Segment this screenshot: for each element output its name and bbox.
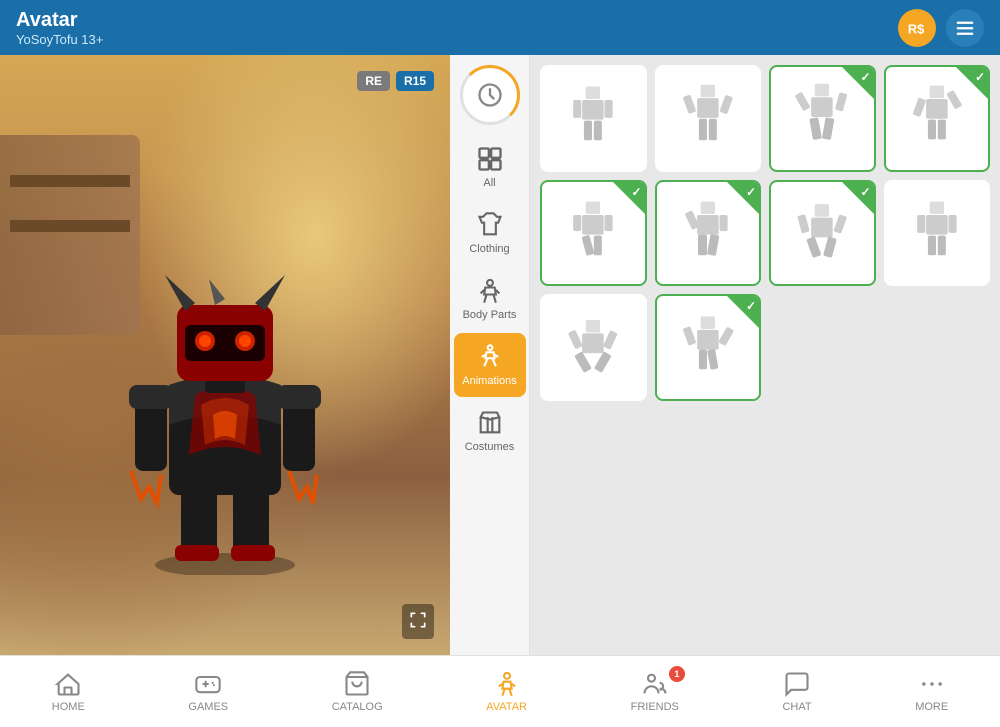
- sidebar-item-all[interactable]: All: [454, 135, 526, 199]
- header: Avatar YoSoyTofu 13+ R$: [0, 0, 1000, 55]
- re-badge[interactable]: RE: [357, 71, 390, 91]
- sidebar-item-body-parts[interactable]: Body Parts: [454, 267, 526, 331]
- r15-badge[interactable]: R15: [396, 71, 434, 91]
- animation-item-7[interactable]: ✓: [769, 180, 876, 287]
- check-3: ✓: [860, 70, 870, 84]
- nav-chat[interactable]: CHAT: [772, 666, 821, 717]
- check-5: ✓: [631, 185, 641, 199]
- fullscreen-button[interactable]: [402, 604, 434, 639]
- animation-item-4[interactable]: ✓: [884, 65, 991, 172]
- animation-item-5[interactable]: ✓: [540, 180, 647, 287]
- bottom-nav: HOME GAMES CATALOG AVATAR 1 FRIENDS: [0, 655, 1000, 727]
- shelf-left: [0, 135, 140, 335]
- nav-games[interactable]: GAMES: [178, 666, 238, 717]
- sidebar-item-animations[interactable]: Animations: [454, 333, 526, 397]
- svg-text:R$: R$: [908, 21, 924, 36]
- sidebar: All Clothing Body Parts: [450, 55, 530, 655]
- animation-item-9[interactable]: [540, 294, 647, 401]
- avatar-panel: RE R15: [0, 55, 450, 655]
- main-area: RE R15 All: [0, 55, 1000, 655]
- content-panel: ✓ ✓: [530, 55, 1000, 655]
- shelf-plank: [10, 175, 130, 187]
- header-right: R$: [898, 9, 984, 47]
- nav-chat-label: CHAT: [782, 701, 811, 713]
- nav-friends-label: FRIENDS: [631, 701, 679, 713]
- recent-ring: [460, 65, 520, 125]
- check-4: ✓: [975, 70, 985, 84]
- animation-grid: ✓ ✓: [540, 65, 990, 401]
- nav-catalog[interactable]: CATALOG: [322, 666, 393, 717]
- header-subtitle: YoSoyTofu 13+: [16, 32, 103, 47]
- nav-games-label: GAMES: [188, 701, 228, 713]
- header-left: Avatar YoSoyTofu 13+: [16, 9, 103, 47]
- sidebar-all-label: All: [483, 177, 495, 189]
- nav-home[interactable]: HOME: [42, 666, 95, 717]
- sidebar-item-costumes[interactable]: Costumes: [454, 399, 526, 463]
- nav-catalog-label: CATALOG: [332, 701, 383, 713]
- sidebar-clothing-label: Clothing: [469, 243, 509, 255]
- nav-more[interactable]: MORE: [905, 666, 958, 717]
- check-10: ✓: [746, 299, 756, 313]
- nav-home-label: HOME: [52, 701, 85, 713]
- header-title: Avatar: [16, 9, 103, 32]
- animation-item-2[interactable]: [655, 65, 762, 172]
- animation-item-6[interactable]: ✓: [655, 180, 762, 287]
- sidebar-body-parts-label: Body Parts: [463, 309, 517, 321]
- animation-item-10[interactable]: ✓: [655, 294, 762, 401]
- animation-item-1[interactable]: [540, 65, 647, 172]
- nav-avatar[interactable]: AVATAR: [476, 666, 537, 717]
- friends-badge: 1: [669, 666, 685, 682]
- check-7: ✓: [860, 185, 870, 199]
- nav-avatar-label: AVATAR: [486, 701, 527, 713]
- robux-button[interactable]: R$: [898, 9, 936, 47]
- avatar-character: [125, 275, 325, 575]
- shelf-plank2: [10, 220, 130, 232]
- recent-button[interactable]: [460, 65, 520, 125]
- animation-item-3[interactable]: ✓: [769, 65, 876, 172]
- sidebar-costumes-label: Costumes: [465, 441, 515, 453]
- menu-button[interactable]: [946, 9, 984, 47]
- sidebar-animations-label: Animations: [462, 375, 516, 387]
- sidebar-item-clothing[interactable]: Clothing: [454, 201, 526, 265]
- check-6: ✓: [746, 185, 756, 199]
- nav-more-label: MORE: [915, 701, 948, 713]
- nav-friends[interactable]: 1 FRIENDS: [621, 666, 689, 717]
- animation-item-8[interactable]: [884, 180, 991, 287]
